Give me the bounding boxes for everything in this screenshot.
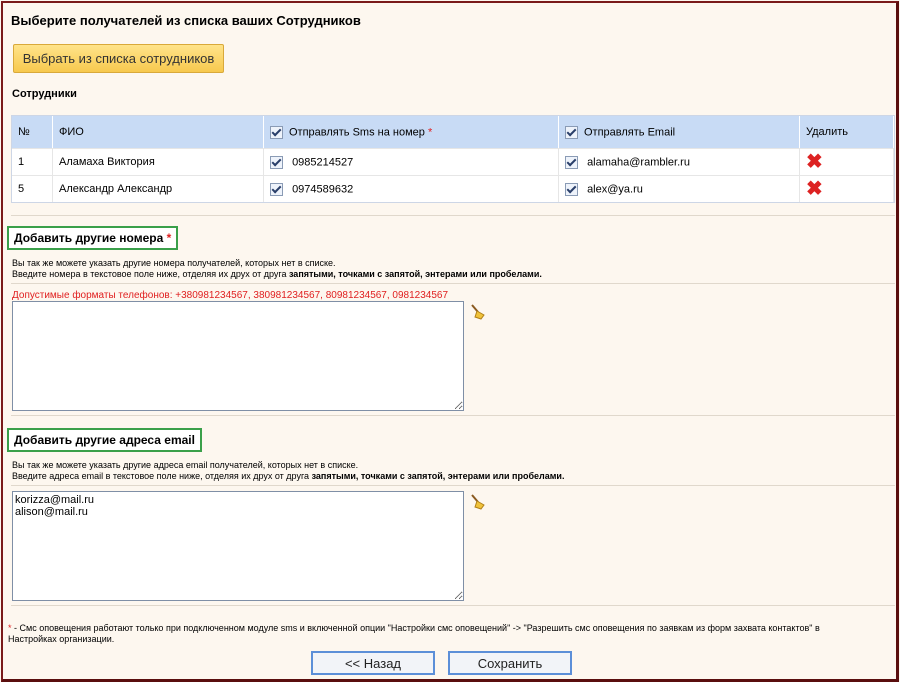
sms-required-mark: * bbox=[427, 125, 433, 138]
emails-help-line2: Введите адреса email в текстовое поле ни… bbox=[12, 471, 564, 482]
divider bbox=[11, 283, 895, 284]
col-email-label: Отправлять Email bbox=[584, 125, 676, 138]
row-email: alex@ya.ru bbox=[587, 182, 643, 195]
row-delete-cell: ✖ bbox=[800, 148, 894, 175]
phone-formats-hint: Допустимые форматы телефонов: +380981234… bbox=[12, 290, 449, 301]
table-row: 5 Александр Александр 0974589632 alex@ya… bbox=[12, 175, 894, 202]
employees-table: № ФИО Отправлять Sms на номер * Отправля… bbox=[11, 115, 895, 203]
emails-help: Вы так же можете указать другие адреса e… bbox=[12, 460, 564, 482]
footnote-text: - Смс оповещения работают только при под… bbox=[8, 623, 820, 644]
col-num: № bbox=[12, 116, 53, 148]
email-checkbox[interactable] bbox=[565, 182, 578, 196]
row-email: alamaha@rambler.ru bbox=[587, 155, 690, 168]
back-button[interactable]: << Назад bbox=[311, 651, 435, 675]
broom-icon[interactable] bbox=[469, 303, 487, 321]
table-row: 1 Аламаха Виктория 0985214527 alamaha@ra… bbox=[12, 148, 894, 175]
employees-label: Сотрудники bbox=[12, 88, 77, 100]
emails-textarea[interactable]: korizza@mail.ru alison@mail.ru bbox=[12, 491, 464, 601]
col-sms-label: Отправлять Sms на номер bbox=[289, 125, 425, 138]
col-sms: Отправлять Sms на номер * bbox=[264, 116, 559, 148]
phones-required-mark: * bbox=[166, 231, 172, 245]
choose-employees-button[interactable]: Выбрать из списка сотрудников bbox=[13, 44, 224, 73]
emails-help-bold: запятыми, точками с запятой, энтерами ил… bbox=[311, 471, 565, 481]
phones-help-bold: запятыми, точками с запятой, энтерами ил… bbox=[288, 269, 542, 279]
row-email-cell: alamaha@rambler.ru bbox=[559, 148, 800, 175]
phones-heading-text: Добавить другие номера bbox=[14, 231, 164, 245]
row-phone: 0974589632 bbox=[292, 182, 354, 195]
email-checkbox[interactable] bbox=[565, 155, 578, 169]
phones-help: Вы так же можете указать другие номера п… bbox=[12, 258, 542, 280]
phones-help-line2: Введите номера в текстовое поле ниже, от… bbox=[12, 269, 542, 280]
email-all-checkbox[interactable] bbox=[565, 125, 578, 139]
delete-x-icon[interactable]: ✖ bbox=[806, 151, 823, 173]
divider bbox=[11, 605, 895, 606]
row-delete-cell: ✖ bbox=[800, 175, 894, 202]
page-title: Выберите получателей из списка ваших Сот… bbox=[11, 13, 361, 28]
phones-textarea[interactable] bbox=[12, 301, 464, 411]
emails-heading-text: Добавить другие адреса email bbox=[14, 433, 195, 447]
sms-checkbox[interactable] bbox=[270, 155, 283, 169]
sms-footnote: * - Смс оповещения работают только при п… bbox=[8, 623, 868, 645]
col-email: Отправлять Email bbox=[559, 116, 800, 148]
col-delete: Удалить bbox=[800, 116, 894, 148]
col-name: ФИО bbox=[53, 116, 264, 148]
phones-heading: Добавить другие номера * bbox=[7, 226, 179, 250]
sms-all-checkbox[interactable] bbox=[270, 125, 283, 139]
row-sms-cell: 0985214527 bbox=[264, 148, 559, 175]
emails-heading: Добавить другие адреса email bbox=[7, 428, 202, 452]
emails-help-line1: Вы так же можете указать другие адреса e… bbox=[12, 460, 359, 470]
row-email-cell: alex@ya.ru bbox=[559, 175, 800, 202]
phones-help-prefix: Введите номера в текстовое поле ниже, от… bbox=[12, 269, 289, 279]
sms-checkbox[interactable] bbox=[270, 182, 283, 196]
phones-help-line1: Вы так же можете указать другие номера п… bbox=[12, 258, 336, 268]
divider bbox=[11, 485, 895, 486]
row-name: Александр Александр bbox=[53, 175, 264, 202]
row-name: Аламаха Виктория bbox=[53, 148, 264, 175]
row-phone: 0985214527 bbox=[292, 155, 354, 168]
divider bbox=[11, 215, 895, 216]
emails-help-prefix: Введите адреса email в текстовое поле ни… bbox=[12, 471, 312, 481]
main-frame: Выберите получателей из списка ваших Сот… bbox=[1, 1, 899, 682]
delete-x-icon[interactable]: ✖ bbox=[806, 178, 823, 200]
row-num: 5 bbox=[12, 175, 53, 202]
table-header-row: № ФИО Отправлять Sms на номер * Отправля… bbox=[12, 116, 894, 148]
broom-icon[interactable] bbox=[469, 493, 487, 511]
row-sms-cell: 0974589632 bbox=[264, 175, 559, 202]
save-button[interactable]: Сохранить bbox=[448, 651, 572, 675]
row-num: 1 bbox=[12, 148, 53, 175]
divider bbox=[11, 415, 895, 416]
